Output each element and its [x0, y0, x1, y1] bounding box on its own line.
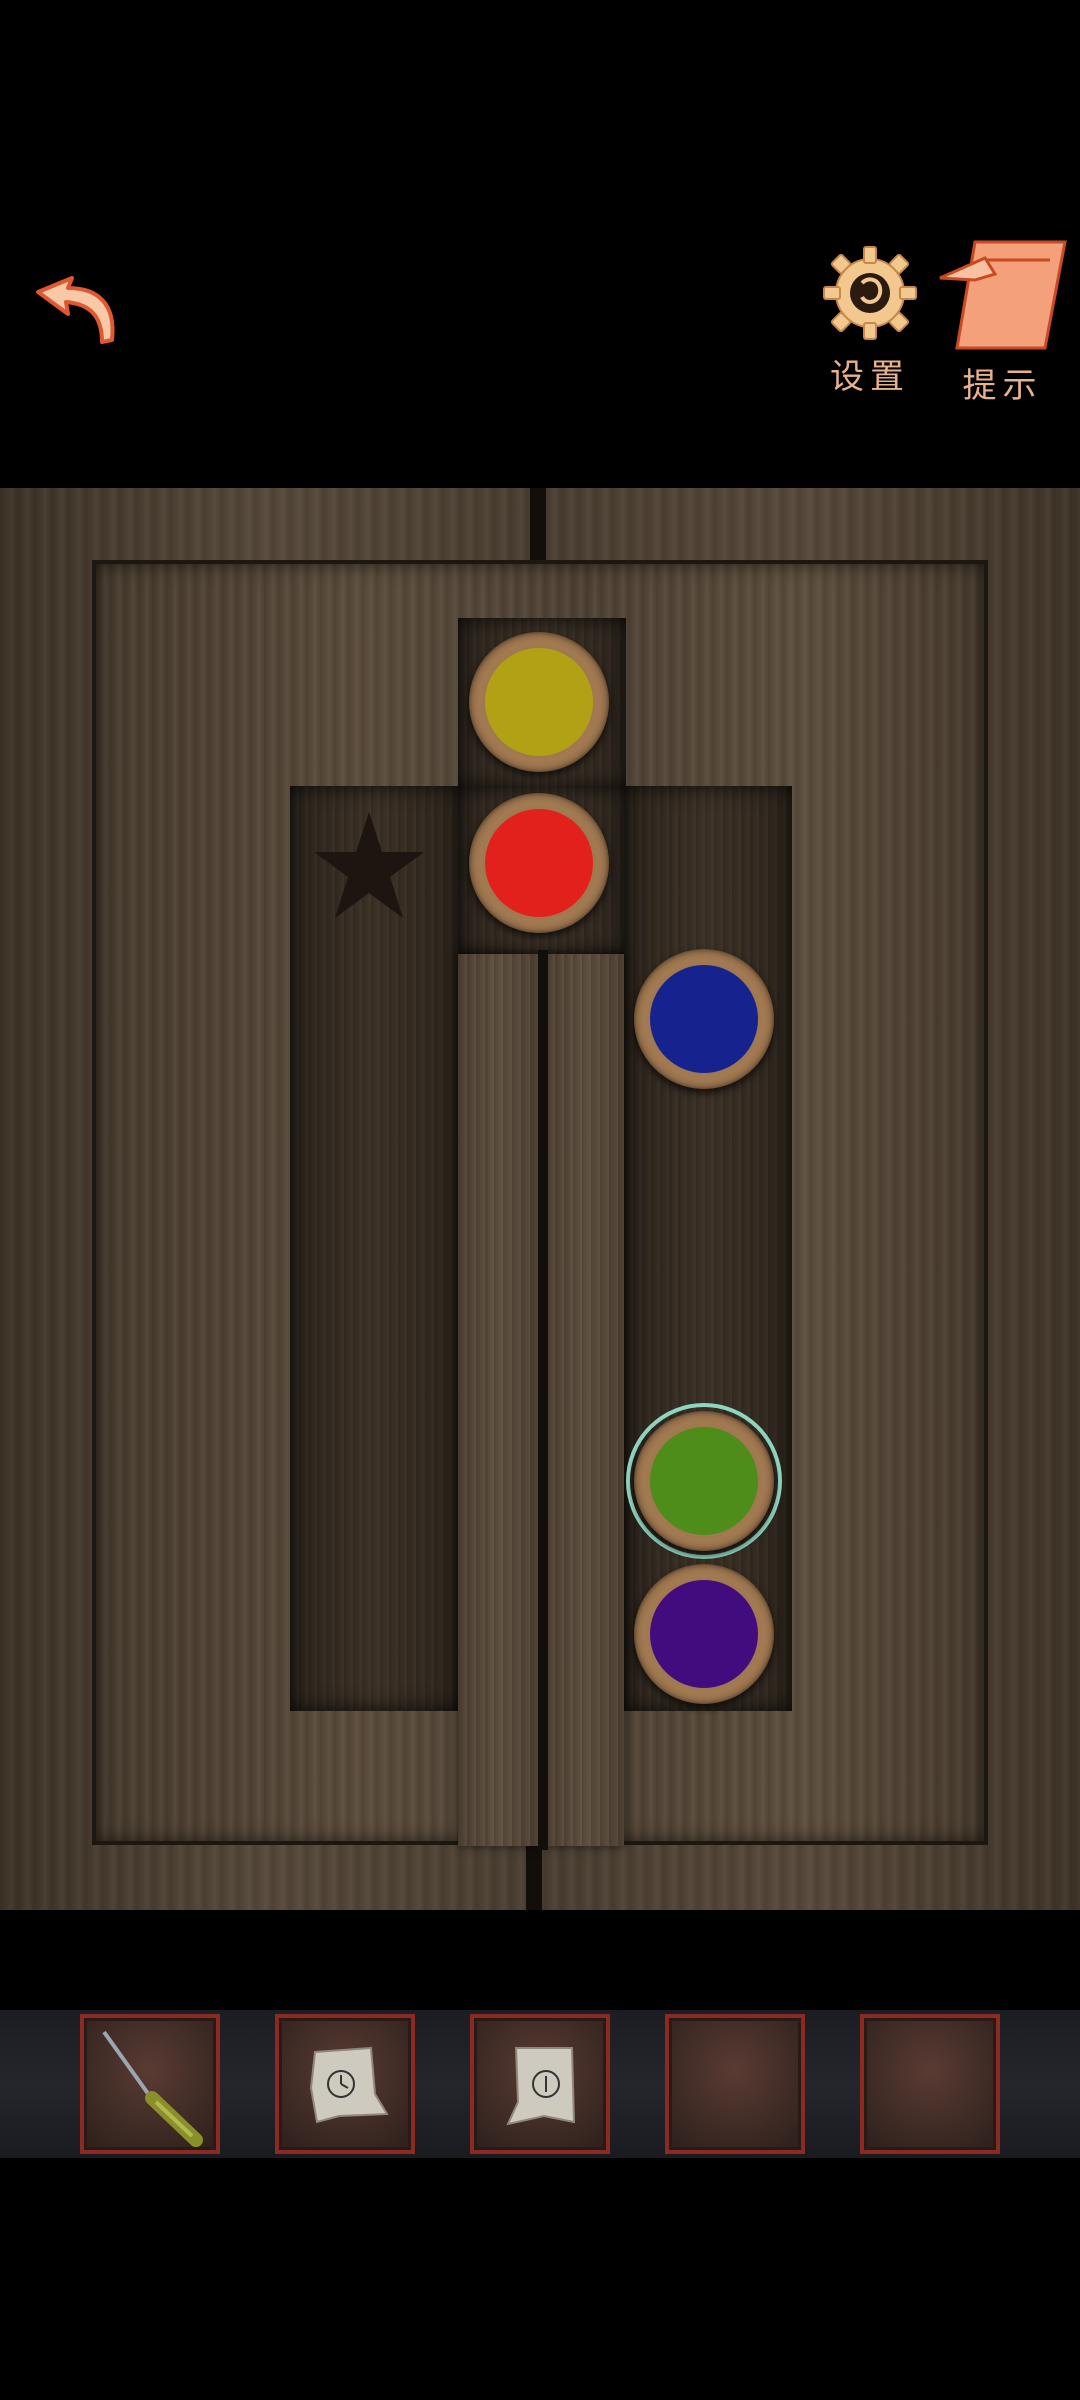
inventory-slot-3[interactable] [470, 2014, 610, 2154]
yellow-ball[interactable] [469, 632, 609, 772]
purple-ball-core [650, 1580, 758, 1688]
yellow-ball-core [485, 648, 593, 756]
purple-ball[interactable] [634, 1564, 774, 1704]
green-ball-core [650, 1427, 758, 1535]
paper-clock-fragment-icon [309, 2046, 389, 2124]
inventory-slot-2[interactable] [275, 2014, 415, 2154]
settings-button[interactable]: 设置 [820, 245, 920, 397]
hint-label: 提示 [962, 366, 1043, 406]
star-icon [314, 812, 424, 918]
board-crack-top [530, 488, 546, 564]
inventory-slot-4[interactable] [665, 2014, 805, 2154]
center-crack [538, 950, 548, 1850]
back-button[interactable] [28, 270, 128, 360]
blue-ball[interactable] [634, 949, 774, 1089]
settings-label: 设置 [830, 357, 910, 397]
paper-note-icon [939, 240, 1067, 350]
center-slat-left [458, 954, 540, 1846]
green-ball[interactable] [634, 1411, 774, 1551]
inventory-slot-5[interactable] [860, 2014, 1000, 2154]
track-left [290, 786, 460, 1711]
hint-button[interactable]: 提示 [935, 240, 1070, 406]
screwdriver-icon [102, 2030, 203, 2147]
red-ball[interactable] [469, 793, 609, 933]
board-crack-bottom [526, 1845, 542, 1910]
paper-clock-fragment-icon [506, 2047, 576, 2126]
red-ball-core [485, 809, 593, 917]
back-arrow-icon [36, 276, 115, 344]
blue-ball-core [650, 965, 758, 1073]
gear-icon [823, 246, 917, 340]
center-slat-right [546, 954, 624, 1846]
inventory-slot-1[interactable] [80, 2014, 220, 2154]
